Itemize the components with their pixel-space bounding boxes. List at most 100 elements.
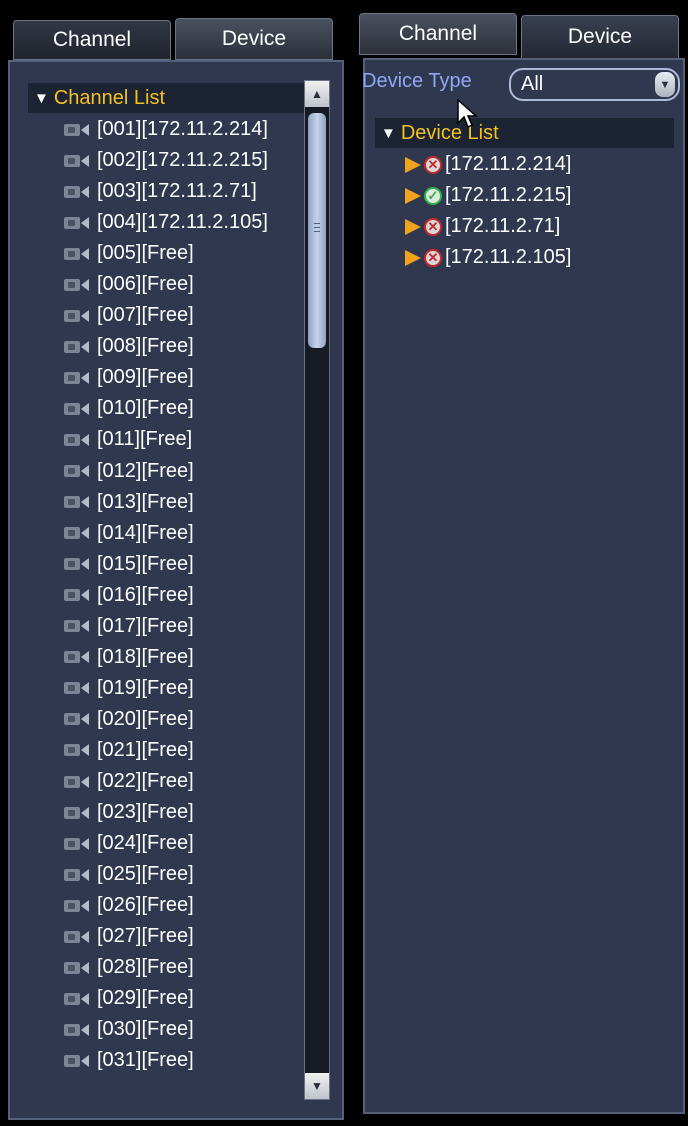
channel-item[interactable]: [001][172.11.2.214]	[64, 114, 268, 145]
tab-device[interactable]: Device	[521, 15, 679, 59]
channel-label: [002][172.11.2.215]	[97, 149, 268, 172]
camera-icon	[64, 371, 92, 385]
channel-item[interactable]: [014][Free]	[64, 518, 268, 549]
device-list-title: Device List	[400, 121, 499, 144]
scroll-up-button[interactable]: ▲	[305, 81, 329, 107]
channel-item[interactable]: [008][Free]	[64, 331, 268, 362]
channel-item[interactable]: [012][Free]	[64, 456, 268, 487]
channel-list-title: Channel List	[53, 86, 166, 109]
channel-label: [025][Free]	[97, 863, 194, 886]
camera-icon	[64, 1054, 92, 1068]
channel-item[interactable]: [021][Free]	[64, 735, 268, 766]
channel-label: [026][Free]	[97, 894, 194, 917]
camera-icon	[64, 123, 92, 137]
channel-item[interactable]: [031][Free]	[64, 1045, 268, 1076]
camera-icon	[64, 868, 92, 882]
channel-label: [018][Free]	[97, 645, 194, 668]
scroll-thumb[interactable]	[308, 113, 326, 348]
channel-label: [019][Free]	[97, 676, 194, 699]
channel-item[interactable]: [018][Free]	[64, 642, 268, 673]
chevron-down-icon[interactable]: ▼	[655, 72, 675, 97]
channel-item[interactable]: [030][Free]	[64, 1014, 268, 1045]
channel-item[interactable]: [024][Free]	[64, 828, 268, 859]
camera-icon	[64, 154, 92, 168]
channel-item[interactable]: [002][172.11.2.215]	[64, 145, 268, 176]
camera-icon	[64, 806, 92, 820]
channel-label: [009][Free]	[97, 366, 194, 389]
channel-list-scrollbar[interactable]: ▲ ▼	[304, 80, 330, 1100]
channel-label: [006][Free]	[97, 273, 194, 296]
camera-icon	[64, 526, 92, 540]
channel-item[interactable]: [004][172.11.2.105]	[64, 207, 268, 238]
channel-item[interactable]: [011][Free]	[64, 424, 268, 455]
channel-label: [030][Free]	[97, 1018, 194, 1041]
channel-item[interactable]: [020][Free]	[64, 704, 268, 735]
channel-item[interactable]: [006][Free]	[64, 269, 268, 300]
channel-label: [024][Free]	[97, 832, 194, 855]
channel-label: [007][Free]	[97, 304, 194, 327]
channel-item[interactable]: [027][Free]	[64, 921, 268, 952]
triangle-down-icon: ▼	[311, 1079, 323, 1093]
device-item[interactable]: ✓ [172.11.2.215]	[405, 180, 571, 211]
channel-label: [008][Free]	[97, 335, 194, 358]
camera-icon	[64, 650, 92, 664]
device-item[interactable]: ✕ [172.11.2.214]	[405, 149, 571, 180]
channel-list-header[interactable]: ▼ Channel List	[28, 83, 304, 113]
chevron-right-icon[interactable]	[405, 187, 421, 204]
offline-x-icon: ✕	[424, 217, 442, 236]
channel-item[interactable]: [025][Free]	[64, 859, 268, 890]
channel-item[interactable]: [013][Free]	[64, 487, 268, 518]
camera-icon	[64, 743, 92, 757]
tab-channel[interactable]: Channel	[359, 13, 517, 55]
device-type-select[interactable]: All ▼	[509, 68, 680, 101]
device-label: [172.11.2.105]	[445, 246, 572, 268]
tab-channel[interactable]: Channel	[13, 20, 171, 60]
scroll-down-button[interactable]: ▼	[305, 1073, 329, 1099]
device-item[interactable]: ✕ [172.11.2.105]	[405, 242, 571, 273]
device-list-header[interactable]: ▼ Device List	[375, 118, 674, 148]
channel-item[interactable]: [019][Free]	[64, 673, 268, 704]
channel-label: [021][Free]	[97, 738, 194, 761]
channel-item[interactable]: [010][Free]	[64, 393, 268, 424]
camera-icon	[64, 278, 92, 292]
camera-icon	[64, 588, 92, 602]
channel-label: [012][Free]	[97, 459, 194, 482]
channel-label: [004][172.11.2.105]	[97, 211, 268, 234]
camera-icon	[64, 712, 92, 726]
chevron-right-icon[interactable]	[405, 249, 421, 266]
channel-item[interactable]: [028][Free]	[64, 952, 268, 983]
channel-item[interactable]: [003][172.11.2.71]	[64, 176, 268, 207]
channel-label: [015][Free]	[97, 552, 194, 575]
channel-item[interactable]: [026][Free]	[64, 890, 268, 921]
device-item[interactable]: ✕ [172.11.2.71]	[405, 211, 571, 242]
camera-icon	[64, 681, 92, 695]
device-label: [172.11.2.71]	[445, 215, 561, 237]
channel-item[interactable]: [007][Free]	[64, 300, 268, 331]
camera-icon	[64, 433, 92, 447]
camera-icon	[64, 402, 92, 416]
channel-item[interactable]: [017][Free]	[64, 611, 268, 642]
device-label: [172.11.2.214]	[445, 153, 572, 175]
channel-item[interactable]: [029][Free]	[64, 983, 268, 1014]
channel-item[interactable]: [023][Free]	[64, 797, 268, 828]
device-type-value: All	[521, 73, 544, 95]
tab-device[interactable]: Device	[175, 18, 333, 60]
camera-icon	[64, 495, 92, 509]
channel-label: [020][Free]	[97, 707, 194, 730]
camera-icon	[64, 557, 92, 571]
channel-item[interactable]: [009][Free]	[64, 362, 268, 393]
channel-item[interactable]: [022][Free]	[64, 766, 268, 797]
channel-item[interactable]: [015][Free]	[64, 549, 268, 580]
channel-item[interactable]: [016][Free]	[64, 580, 268, 611]
camera-icon	[64, 899, 92, 913]
chevron-right-icon[interactable]	[405, 218, 421, 235]
channel-label: [013][Free]	[97, 490, 194, 513]
chevron-right-icon[interactable]	[405, 156, 421, 173]
channel-item[interactable]: [005][Free]	[64, 238, 268, 269]
offline-x-icon: ✕	[424, 248, 442, 267]
channel-label: [029][Free]	[97, 987, 194, 1010]
channel-label: [031][Free]	[97, 1049, 194, 1072]
camera-icon	[64, 247, 92, 261]
camera-icon	[64, 775, 92, 789]
online-check-icon: ✓	[424, 186, 442, 205]
